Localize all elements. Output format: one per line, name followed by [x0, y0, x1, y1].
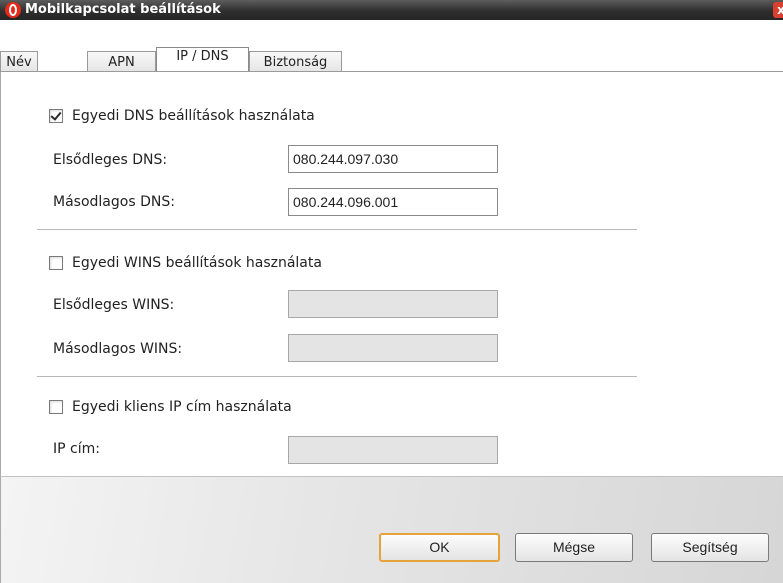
cancel-button[interactable]: Mégse — [515, 533, 633, 562]
ip-address-label: IP cím: — [53, 441, 100, 457]
help-button[interactable]: Segítség — [651, 533, 769, 562]
client-ip-checkbox[interactable] — [49, 400, 63, 414]
secondary-dns-label: Másodlagos DNS: — [53, 194, 175, 210]
client-ip-checkbox-row[interactable]: Egyedi kliens IP cím használata — [49, 399, 292, 415]
tab-apn[interactable]: APN — [87, 51, 156, 71]
dns-checkbox[interactable] — [49, 109, 63, 123]
secondary-dns-input[interactable]: 080.244.096.001 — [288, 188, 498, 216]
settings-dialog: Mobilkapcsolat beállítások x Név APN IP … — [0, 0, 783, 583]
primary-dns-label: Elsődleges DNS: — [53, 152, 168, 168]
dns-checkbox-row[interactable]: Egyedi DNS beállítások használata — [49, 108, 315, 124]
close-icon[interactable]: x — [773, 2, 783, 18]
separator — [37, 229, 637, 230]
tab-nev[interactable]: Név — [0, 51, 38, 71]
secondary-wins-input — [288, 334, 498, 362]
primary-wins-label: Elsődleges WINS: — [53, 297, 175, 313]
ok-button[interactable]: OK — [379, 533, 500, 562]
tab-bar: Név APN IP / DNS Biztonság — [0, 20, 783, 72]
wins-checkbox[interactable] — [49, 256, 63, 270]
wins-checkbox-row[interactable]: Egyedi WINS beállítások használata — [49, 255, 322, 271]
secondary-wins-label: Másodlagos WINS: — [53, 341, 183, 357]
ip-address-input — [288, 436, 498, 464]
tab-biztonsag[interactable]: Biztonság — [249, 51, 342, 71]
button-bar: OK Mégse Segítség — [0, 476, 783, 583]
wins-checkbox-label: Egyedi WINS beállítások használata — [72, 255, 322, 271]
primary-wins-input — [288, 290, 498, 318]
client-ip-checkbox-label: Egyedi kliens IP cím használata — [72, 399, 292, 415]
dns-checkbox-label: Egyedi DNS beállítások használata — [72, 108, 315, 124]
opera-logo-icon — [5, 2, 21, 18]
separator — [37, 376, 637, 377]
primary-dns-input[interactable]: 080.244.097.030 — [288, 145, 498, 173]
tab-ip-dns[interactable]: IP / DNS — [156, 47, 249, 72]
title-bar: Mobilkapcsolat beállítások x — [0, 0, 783, 20]
ip-dns-panel: Egyedi DNS beállítások használata Elsődl… — [0, 72, 783, 476]
window-title: Mobilkapcsolat beállítások — [25, 2, 221, 17]
